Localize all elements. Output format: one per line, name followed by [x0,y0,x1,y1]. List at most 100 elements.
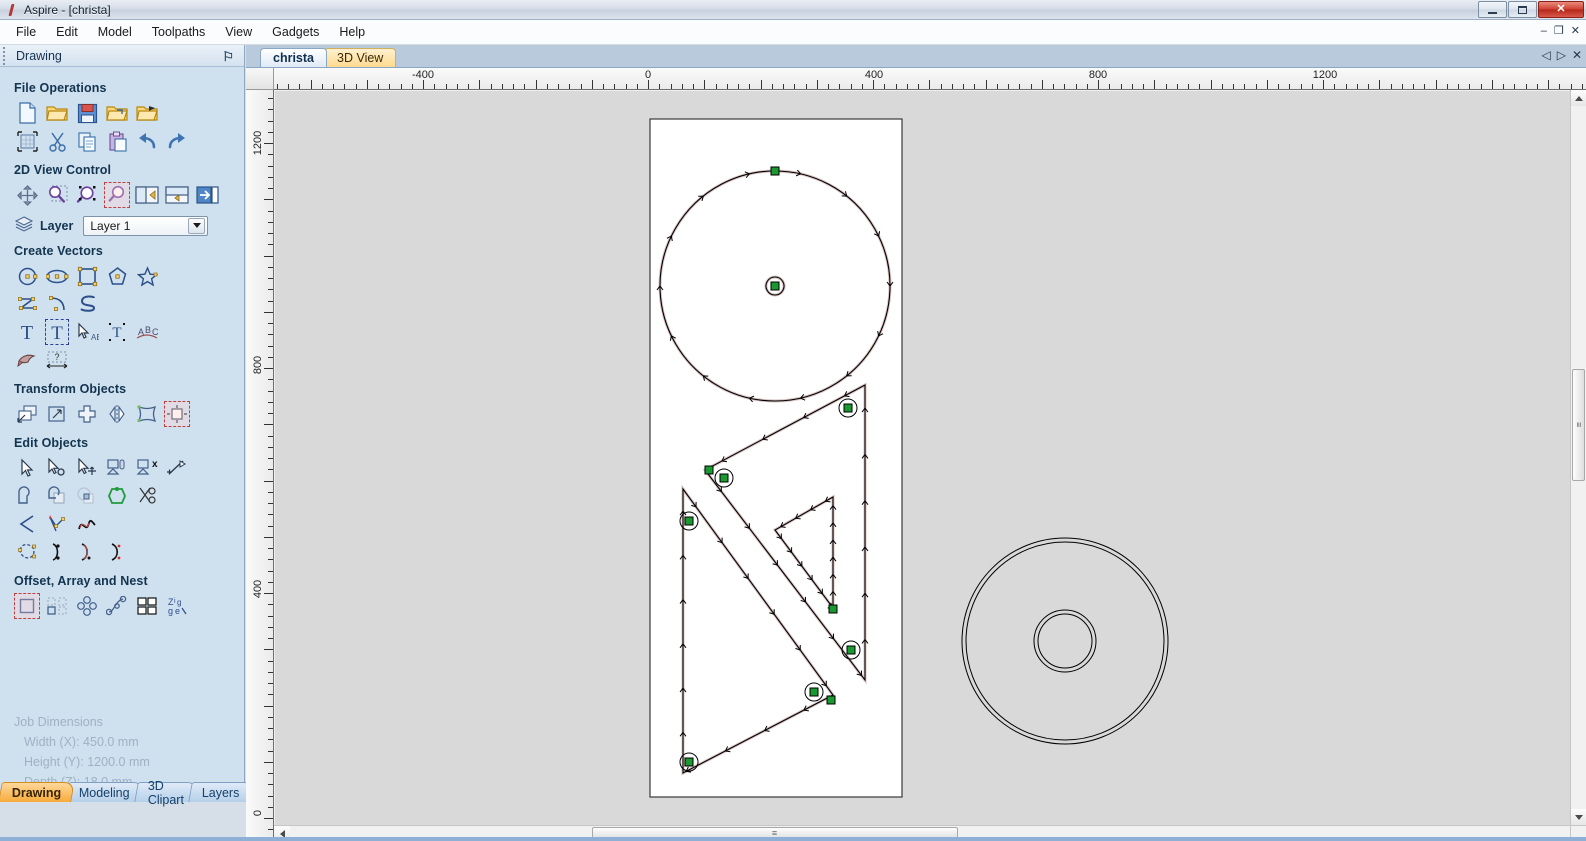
paste-icon[interactable] [102,127,132,155]
smooth-vector-icon[interactable] [72,538,102,566]
align-object-icon[interactable] [162,400,192,428]
circular-copy-icon[interactable] [72,592,102,620]
close-button[interactable]: ✕ [1538,1,1584,18]
open-file-icon[interactable] [42,99,72,127]
draw-arc-icon[interactable] [42,290,72,318]
close-vector-icon[interactable] [12,538,42,566]
ruler-tick [268,334,273,336]
draw-text-icon[interactable]: T [12,318,42,346]
draw-polyline-icon[interactable] [12,290,42,318]
group-objects-icon[interactable] [102,454,132,482]
auto-text-layout-icon[interactable]: ABC [132,318,162,346]
menu-gadgets[interactable]: Gadgets [262,22,329,42]
node-edit-icon[interactable] [42,454,72,482]
import-bitmap-icon[interactable] [132,99,162,127]
open-vector-icon[interactable] [42,538,72,566]
tab-drawing[interactable]: Drawing [0,782,76,802]
mdi-minimize-button[interactable]: – [1541,25,1547,37]
zoom-in-icon[interactable] [42,181,72,209]
copy-along-curve-icon[interactable] [102,592,132,620]
draw-rectangle-icon[interactable] [72,262,102,290]
distort-object-icon[interactable] [132,400,162,428]
scroll-up-button[interactable] [1571,90,1586,106]
job-width-row: Width (X): 450.0 mm [24,732,244,752]
pan-view-icon[interactable] [12,181,42,209]
draw-curve-icon[interactable] [72,290,102,318]
document-tab-3d-view[interactable]: 3D View [324,48,397,67]
maximize-button[interactable] [1508,1,1537,18]
subtract-vectors-icon[interactable] [42,482,72,510]
ruler-tick [268,525,273,527]
toggle-left-pane-icon[interactable] [132,181,162,209]
cut-icon[interactable] [42,127,72,155]
intersect-vectors-icon[interactable] [72,482,102,510]
fillet-icon[interactable] [12,510,42,538]
document-tab-christa[interactable]: christa [260,48,327,67]
move-object-icon[interactable] [12,400,42,428]
tab-layers[interactable]: Layers [188,782,254,802]
offset-vectors-icon[interactable] [12,592,42,620]
svg-text:C: C [152,327,159,337]
zoom-extents-icon[interactable] [72,181,102,209]
select-tool-icon[interactable] [12,454,42,482]
reverse-direction-icon[interactable] [102,538,132,566]
trim-vectors-icon[interactable] [132,482,162,510]
new-file-icon[interactable] [12,99,42,127]
mirror-object-icon[interactable] [102,400,132,428]
job-setup-icon[interactable] [12,127,42,155]
nest-parts-icon[interactable] [132,592,162,620]
copy-icon[interactable] [72,127,102,155]
dimension-icon[interactable]: ? [42,346,72,374]
tab-close-button[interactable]: ✕ [1572,48,1582,62]
vertical-scrollbar[interactable]: ≡ [1570,90,1586,825]
layer-select[interactable]: Layer 1 [83,215,209,236]
join-vectors-icon[interactable] [102,482,132,510]
minimize-button[interactable] [1478,1,1507,18]
measure-tool-icon[interactable] [162,454,192,482]
tab-prev-button[interactable]: ◁ [1541,48,1550,62]
weld-vectors-icon[interactable] [12,482,42,510]
pin-icon[interactable]: ⚐ [222,49,234,65]
menu-toolpaths[interactable]: Toolpaths [142,22,216,42]
menu-view[interactable]: View [215,22,262,42]
vector-validator-icon[interactable] [42,510,72,538]
menu-file[interactable]: File [6,22,46,42]
draw-polygon-icon[interactable] [102,262,132,290]
chevron-down-icon[interactable] [188,217,206,234]
vertical-ruler[interactable]: 1200 800 400 0 [246,90,274,841]
trace-bitmap-icon[interactable] [12,346,42,374]
drawing-canvas[interactable] [275,91,1570,825]
draw-circle-icon[interactable] [12,262,42,290]
edit-text-icon[interactable]: T [42,318,72,346]
mdi-close-button[interactable]: ✕ [1571,24,1580,37]
rotate-object-icon[interactable] [72,400,102,428]
scroll-down-button[interactable] [1571,809,1586,825]
tab-next-button[interactable]: ▷ [1557,48,1566,62]
mdi-restore-button[interactable]: ❐ [1554,24,1564,37]
ungroup-objects-icon[interactable]: x [132,454,162,482]
toggle-split-view-icon[interactable] [162,181,192,209]
draw-ellipse-icon[interactable] [42,262,72,290]
menu-help[interactable]: Help [329,22,375,42]
text-on-curve-icon[interactable]: T [102,318,132,346]
block-copy-icon[interactable] [42,592,72,620]
fit-curves-icon[interactable] [72,510,102,538]
panel-grip-icon[interactable] [3,46,10,65]
redo-icon[interactable] [162,127,192,155]
horizontal-ruler[interactable]: -400 0 400 800 1200 [274,68,1586,90]
move-node-icon[interactable] [72,454,102,482]
draw-star-icon[interactable] [132,262,162,290]
save-file-icon[interactable] [72,99,102,127]
ruler-tick [268,514,273,516]
scale-object-icon[interactable] [42,400,72,428]
text-select-icon[interactable]: AB [72,318,102,346]
import-vectors-icon[interactable] [102,99,132,127]
zoom-box-icon[interactable] [102,181,132,209]
tab-modeling[interactable]: Modeling [65,782,144,802]
menu-edit[interactable]: Edit [46,22,88,42]
switch-window-icon[interactable] [192,181,222,209]
undo-icon[interactable] [132,127,162,155]
nest-text-icon[interactable]: Zigge [162,592,192,620]
vertical-scroll-thumb[interactable]: ≡ [1572,369,1585,481]
menu-model[interactable]: Model [88,22,142,42]
